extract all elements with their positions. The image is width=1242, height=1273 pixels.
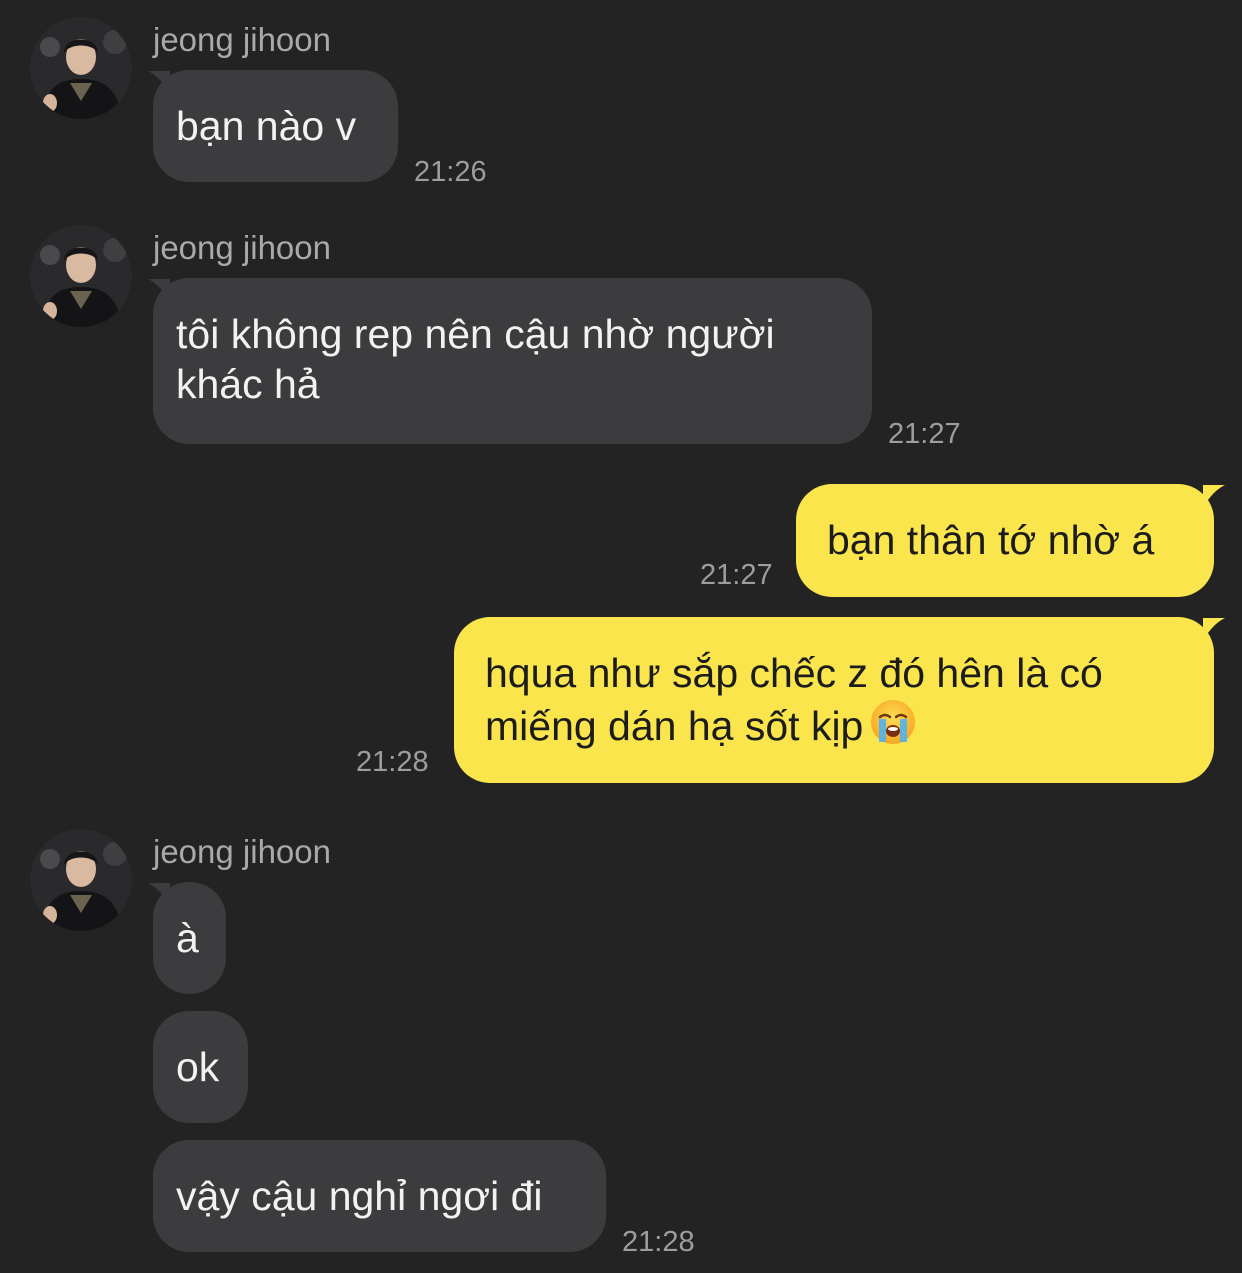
message-bubble-outgoing[interactable]: hqua như sắp chếc z đó hên là có miếng d… <box>454 617 1214 783</box>
avatar-photo-icon <box>30 17 132 119</box>
message-bubble-incoming[interactable]: à <box>153 882 226 994</box>
message-text-line: khác hả <box>176 361 320 407</box>
message-timestamp: 21:28 <box>356 746 429 778</box>
message-text-line: tôi không rep nên cậu nhờ người <box>176 311 775 357</box>
message-text: bạn thân tớ nhờ á <box>827 517 1155 563</box>
sender-name: jeong jihoon <box>153 833 331 870</box>
message-bubble-incoming[interactable]: vậy cậu nghỉ ngơi đi <box>153 1140 606 1252</box>
message-text: à <box>176 915 199 961</box>
bubble-tail-icon <box>1203 618 1225 640</box>
sender-avatar[interactable] <box>30 17 132 119</box>
message-timestamp: 21:27 <box>700 559 773 591</box>
message-timestamp: 21:26 <box>414 156 487 188</box>
message-text: ok <box>176 1044 220 1090</box>
message-bubble-incoming[interactable]: ok <box>153 1011 248 1123</box>
message-timestamp: 21:28 <box>622 1226 695 1258</box>
message-text: bạn nào v <box>176 103 357 149</box>
sender-avatar[interactable] <box>30 225 132 327</box>
message-text: vậy cậu nghỉ ngơi đi <box>176 1173 543 1219</box>
message-bubble-outgoing[interactable]: bạn thân tớ nhờ á <box>796 484 1214 597</box>
message-bubble-incoming[interactable]: tôi không rep nên cậu nhờ người khác hả <box>153 278 872 444</box>
message-text-line: miếng dán hạ sốt kịp <box>485 703 864 749</box>
sender-avatar[interactable] <box>30 829 132 931</box>
message-text-line: hqua như sắp chếc z đó hên là có <box>485 650 1103 696</box>
avatar-photo-icon <box>30 829 132 931</box>
sender-name: jeong jihoon <box>153 229 331 266</box>
sender-name: jeong jihoon <box>153 21 331 58</box>
loudly-crying-face-emoji <box>871 700 916 744</box>
avatar-photo-icon <box>30 225 132 327</box>
bubble-tail-icon <box>1203 485 1225 507</box>
message-bubble-incoming[interactable]: bạn nào v <box>153 70 398 182</box>
message-timestamp: 21:27 <box>888 418 961 450</box>
